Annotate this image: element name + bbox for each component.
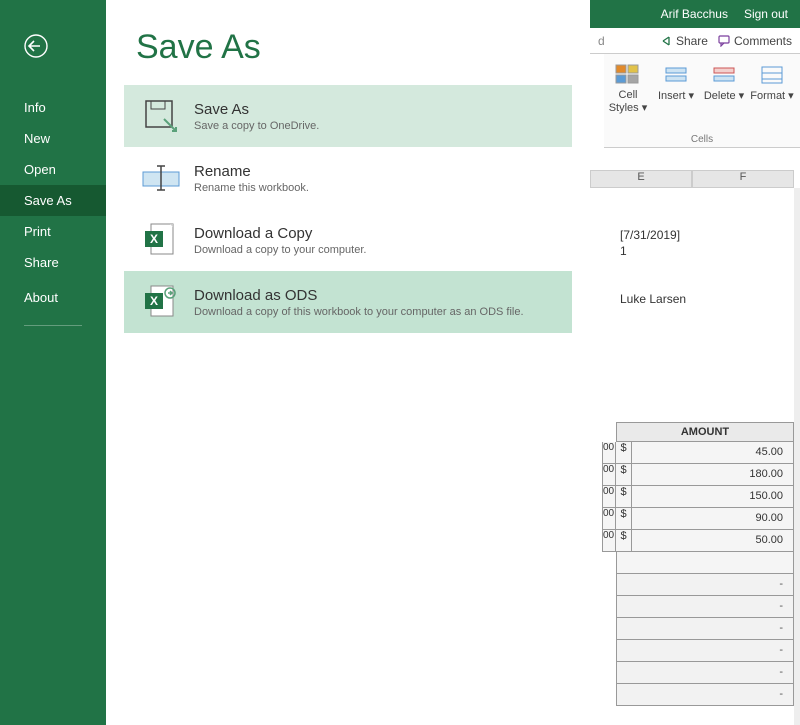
cell-name[interactable]: Luke Larsen — [620, 292, 686, 306]
partial-text: d — [598, 34, 605, 48]
table-row[interactable]: 00 $ 150.00 — [602, 486, 794, 508]
excel-file-icon: X — [138, 217, 184, 263]
nav-print[interactable]: Print — [0, 216, 106, 247]
nav-new[interactable]: New — [0, 123, 106, 154]
option-download-ods[interactable]: X Download as ODS Download a copy of thi… — [124, 271, 572, 333]
back-button[interactable] — [22, 34, 62, 62]
comments-label: Comments — [734, 34, 792, 48]
table-row[interactable]: - — [616, 596, 794, 618]
nav-info[interactable]: Info — [0, 92, 106, 123]
cell-date[interactable]: [7/31/2019] — [620, 228, 680, 242]
excel-ods-icon: X — [138, 279, 184, 325]
table-row[interactable]: - — [616, 618, 794, 640]
table-row[interactable]: 00 $ 50.00 — [602, 530, 794, 552]
rename-icon — [138, 155, 184, 201]
option-desc: Download a copy of this workbook to your… — [194, 306, 524, 318]
nav-save-as[interactable]: Save As — [0, 185, 106, 216]
nav-share[interactable]: Share — [0, 247, 106, 278]
amount-table: AMOUNT 00 $ 45.00 00 $ 180.00 00 $ 150.0… — [602, 422, 794, 706]
ribbon-group-cells: Cell Styles ▾ Insert ▾ Delete ▾ Format ▾… — [604, 54, 800, 148]
table-row[interactable]: 00 $ 45.00 — [602, 442, 794, 464]
col-header-e[interactable]: E — [590, 170, 692, 188]
option-title: Download a Copy — [194, 225, 366, 242]
account-username[interactable]: Arif Bacchus — [661, 7, 728, 21]
cell-number[interactable]: 1 — [620, 244, 627, 258]
save-as-panel: Save As Save As Save a copy to OneDrive.… — [106, 0, 590, 725]
option-title: Download as ODS — [194, 287, 524, 304]
file-sidebar: Info New Open Save As Print Share About — [0, 0, 106, 725]
svg-text:X: X — [150, 294, 158, 308]
comments-button[interactable]: Comments — [718, 34, 792, 48]
svg-text:X: X — [150, 232, 158, 246]
save-options: Save As Save a copy to OneDrive. Rename … — [106, 85, 590, 333]
spreadsheet-background: Arif Bacchus Sign out d Share Comments C… — [590, 0, 800, 725]
page-title: Save As — [106, 0, 590, 75]
col-header-f[interactable]: F — [692, 170, 794, 188]
amount-header: AMOUNT — [616, 422, 794, 442]
table-row[interactable]: - — [616, 640, 794, 662]
table-row[interactable]: - — [616, 684, 794, 706]
ribbon-row: d Share Comments — [590, 28, 800, 54]
share-button[interactable]: Share — [660, 34, 708, 48]
nav-divider — [24, 325, 82, 326]
nav-about[interactable]: About — [0, 282, 106, 313]
floppy-icon — [138, 93, 184, 139]
nav-list: Info New Open Save As Print Share About — [0, 92, 106, 326]
signout-link[interactable]: Sign out — [744, 7, 788, 21]
option-rename[interactable]: Rename Rename this workbook. — [124, 147, 572, 209]
ribbon-group-label: Cells — [604, 134, 800, 145]
option-title: Rename — [194, 163, 309, 180]
option-desc: Rename this workbook. — [194, 182, 309, 194]
table-row[interactable]: - — [616, 574, 794, 596]
table-row[interactable]: 00 $ 90.00 — [602, 508, 794, 530]
table-row[interactable]: 00 $ 180.00 — [602, 464, 794, 486]
option-desc: Download a copy to your computer. — [194, 244, 366, 256]
table-row[interactable] — [616, 552, 794, 574]
share-label: Share — [676, 34, 708, 48]
option-save-as[interactable]: Save As Save a copy to OneDrive. — [124, 85, 572, 147]
option-desc: Save a copy to OneDrive. — [194, 120, 319, 132]
column-headers: E F — [590, 170, 794, 188]
table-row[interactable]: - — [616, 662, 794, 684]
nav-open[interactable]: Open — [0, 154, 106, 185]
option-download-copy[interactable]: X Download a Copy Download a copy to you… — [124, 209, 572, 271]
option-title: Save As — [194, 101, 319, 118]
vertical-scrollbar[interactable] — [794, 188, 800, 725]
